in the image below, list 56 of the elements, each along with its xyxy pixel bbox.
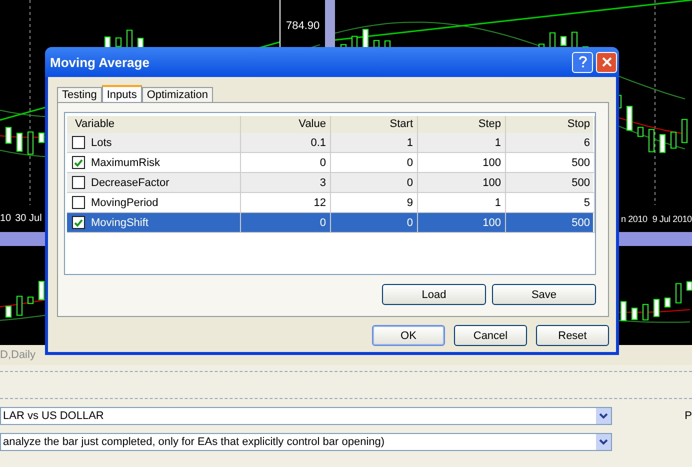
table-cell: 500: [572, 216, 590, 228]
table-cell: Lots: [91, 136, 112, 148]
date-label: 10: [0, 213, 12, 224]
help-icon: [578, 56, 586, 68]
dialog-button[interactable]: Reset: [536, 325, 609, 346]
checkbox[interactable]: [72, 156, 85, 169]
dialog-button[interactable]: Cancel: [454, 325, 527, 346]
checkbox[interactable]: [72, 216, 85, 229]
table-cell: 100: [482, 156, 501, 168]
date-label: 30 Jul: [15, 213, 42, 224]
table-cell: 1: [494, 196, 501, 208]
tab[interactable]: Inputs: [102, 85, 142, 102]
table-cell: 0: [406, 156, 413, 168]
field-label: P: [684, 410, 692, 422]
dialog-button[interactable]: OK: [372, 325, 445, 346]
table-cell: 5: [584, 196, 590, 208]
window-title: Moving Average: [50, 54, 150, 70]
checkbox[interactable]: [72, 136, 85, 149]
model-dropdown[interactable]: analyze the bar just completed, only for EAs that explicitly control bar opening): [0, 433, 612, 451]
date-label: n 2010: [621, 214, 648, 224]
date-label: 9 Jul 2010: [652, 214, 692, 224]
close-button[interactable]: [596, 52, 617, 72]
table-cell: 12: [314, 196, 326, 208]
tab[interactable]: Optimization: [142, 87, 213, 102]
table-cell: 1: [494, 136, 501, 148]
table-cell: 0: [406, 176, 413, 188]
checkbox[interactable]: [72, 196, 85, 209]
table-cell: 500: [572, 176, 590, 188]
table-row[interactable]: Lots 0.1 1 1 6: [67, 133, 593, 153]
help-button[interactable]: [572, 52, 593, 72]
table-cell: 0: [406, 216, 413, 228]
price-label: 784.90: [286, 20, 320, 32]
table-cell: 500: [572, 156, 590, 168]
table-cell: MovingShift: [91, 216, 148, 228]
table-cell: MovingPeriod: [91, 196, 158, 208]
table-cell: 1: [406, 136, 413, 148]
checkbox[interactable]: [72, 176, 85, 189]
table-cell: 9: [406, 196, 413, 208]
table-cell: 6: [584, 136, 590, 148]
chevron-down-icon: [598, 413, 608, 419]
table-cell: 0: [320, 216, 326, 228]
table-cell: 100: [482, 176, 501, 188]
list-button[interactable]: Load: [382, 284, 486, 305]
close-icon: [602, 57, 612, 67]
chevron-down-icon: [599, 439, 608, 445]
table-cell: 0: [320, 156, 326, 168]
table-cell: 0.1: [310, 136, 326, 148]
table-cell: 3: [320, 176, 326, 188]
table-cell: DecreaseFactor: [91, 176, 170, 188]
table-row[interactable]: MovingShift 0 0 100 500: [67, 213, 593, 233]
table-cell: 100: [482, 216, 501, 228]
table-cell: MaximumRisk: [91, 156, 160, 168]
tab[interactable]: Testing: [57, 87, 102, 102]
list-button[interactable]: Save: [492, 284, 596, 305]
symbol-dropdown[interactable]: LAR vs US DOLLAR: [0, 407, 612, 425]
table-row[interactable]: DecreaseFactor 3 0 100 500: [67, 173, 593, 193]
